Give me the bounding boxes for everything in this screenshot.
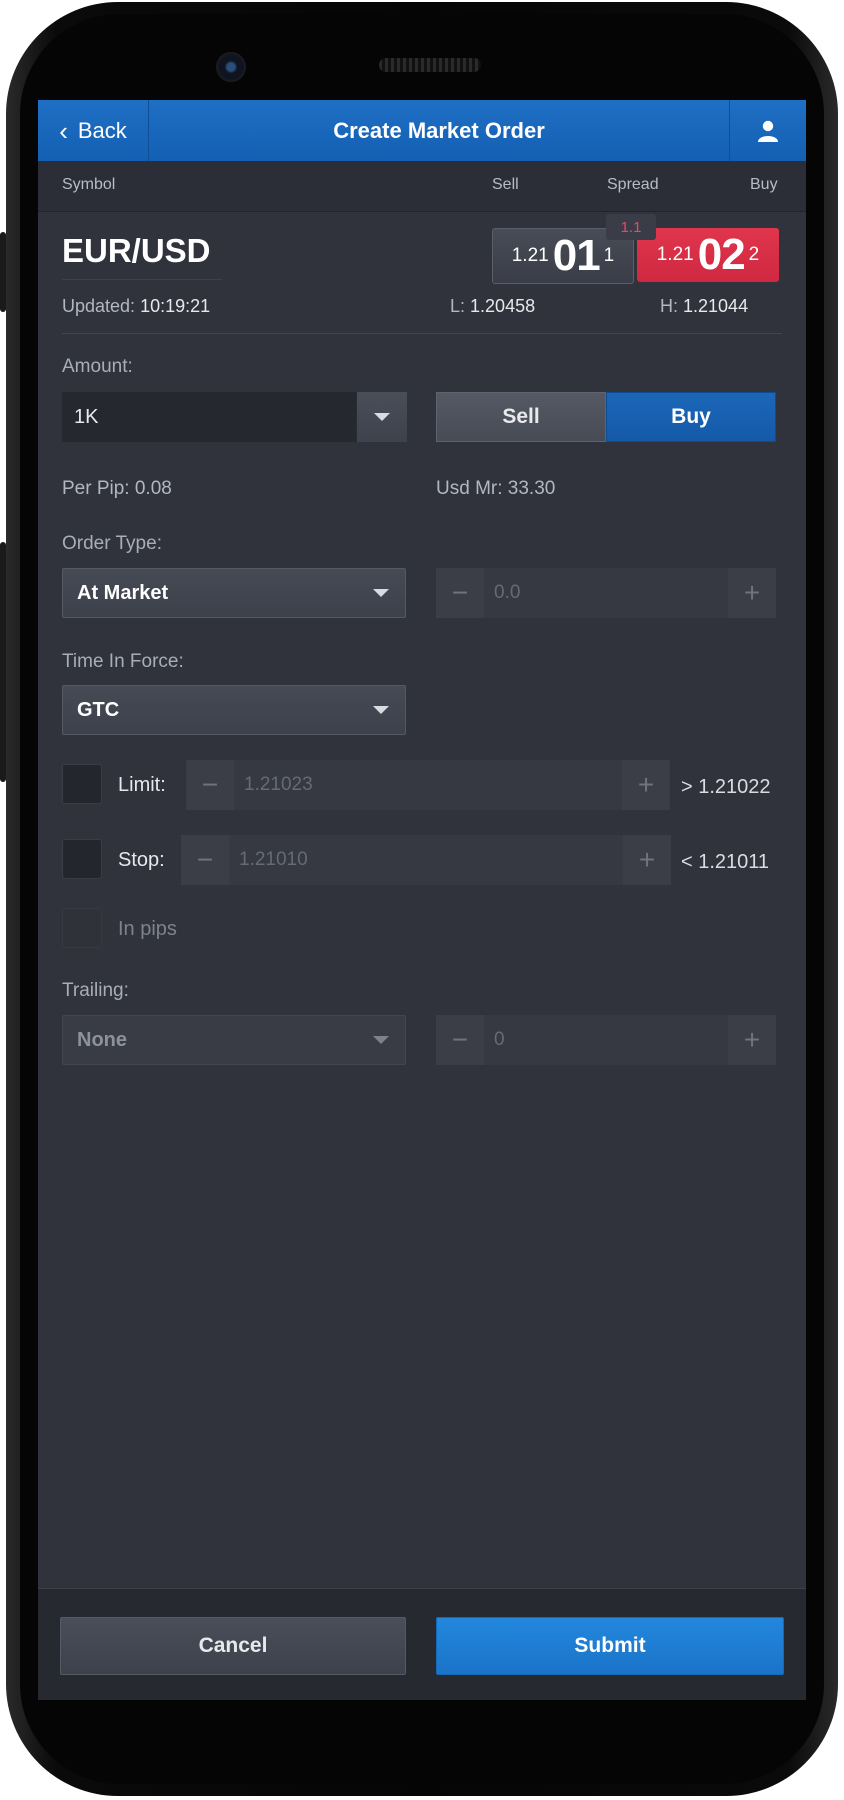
caret-down-icon	[374, 413, 390, 421]
trailing-select[interactable]: None	[62, 1015, 406, 1065]
in-pips-checkbox[interactable]	[62, 908, 102, 948]
spread-column-label: Spread	[607, 176, 659, 193]
symbol-column-label: Symbol	[62, 176, 116, 193]
symbol-name: EUR/USD	[62, 232, 211, 269]
order-type-select[interactable]: At Market	[62, 568, 406, 618]
stop-stepper: − 1.21010 +	[181, 835, 671, 885]
low-price: L: 1.20458	[450, 296, 535, 317]
order-type-value: At Market	[77, 581, 169, 604]
user-icon	[758, 120, 778, 142]
caret-down-icon	[373, 706, 389, 714]
amount-label: Amount:	[62, 356, 133, 377]
limit-label: Limit:	[118, 774, 166, 796]
cancel-button[interactable]: Cancel	[60, 1617, 406, 1675]
limit-input[interactable]: 1.21023	[234, 760, 622, 810]
stop-decrement-button[interactable]: −	[181, 835, 229, 885]
stop-label: Stop:	[118, 849, 165, 871]
earpiece-speaker	[379, 58, 481, 72]
caret-down-icon	[373, 1036, 389, 1044]
spread-badge: 1.1	[606, 214, 656, 240]
stop-input[interactable]: 1.21010	[229, 835, 623, 885]
trailing-increment-button[interactable]: +	[728, 1015, 776, 1065]
per-pip-value: Per Pip: 0.08	[62, 478, 172, 499]
order-price-increment-button[interactable]: +	[728, 568, 776, 618]
high-price: H: 1.21044	[660, 296, 748, 317]
amount-dropdown-button[interactable]	[356, 392, 407, 442]
front-camera	[216, 52, 246, 82]
trailing-value: None	[77, 1028, 127, 1051]
sell-price-pip: 1	[603, 245, 615, 266]
low-label: L:	[450, 296, 466, 316]
limit-bound: > 1.21022	[681, 776, 771, 798]
section-divider	[62, 333, 782, 334]
time-in-force-label: Time In Force:	[62, 651, 184, 672]
volume-button	[0, 542, 6, 782]
stop-checkbox[interactable]	[62, 839, 102, 879]
time-in-force-value: GTC	[77, 698, 120, 721]
buy-price-prefix: 1.21	[656, 244, 694, 265]
stop-increment-button[interactable]: +	[623, 835, 671, 885]
trailing-stepper: − 0 +	[436, 1015, 776, 1065]
trailing-input[interactable]: 0	[484, 1015, 728, 1065]
updated-label: Updated:	[62, 296, 136, 316]
high-value: 1.21044	[683, 296, 749, 316]
order-price-input[interactable]: 0.0	[484, 568, 728, 618]
caret-down-icon	[373, 589, 389, 597]
order-type-label: Order Type:	[62, 533, 162, 554]
app-screen: ‹ Back Create Market Order Symbol Sell S…	[38, 100, 806, 1700]
chevron-left-icon: ‹	[59, 115, 68, 146]
order-price-decrement-button[interactable]: −	[436, 568, 484, 618]
back-label: Back	[77, 117, 127, 143]
margin-value: Usd Mr: 33.30	[436, 478, 556, 499]
stop-bound: < 1.21011	[681, 851, 770, 873]
in-pips-label: In pips	[118, 918, 177, 940]
trailing-decrement-button[interactable]: −	[436, 1015, 484, 1065]
submit-button[interactable]: Submit	[436, 1617, 784, 1675]
side-button	[0, 232, 6, 312]
buy-column-label: Buy	[750, 176, 778, 193]
buy-price-big: 02	[697, 230, 746, 279]
high-label: H:	[660, 296, 678, 316]
side-buy-toggle[interactable]: Buy	[606, 392, 776, 442]
limit-checkbox[interactable]	[62, 764, 102, 804]
limit-decrement-button[interactable]: −	[186, 760, 234, 810]
time-in-force-select[interactable]: GTC	[62, 685, 406, 735]
quote-column-header: Symbol Sell Spread Buy	[38, 161, 806, 212]
app-header: ‹ Back Create Market Order	[38, 100, 806, 161]
action-footer: Cancel Submit	[38, 1588, 806, 1700]
sell-price-prefix: 1.21	[511, 245, 549, 266]
sell-price-big: 01	[552, 231, 601, 280]
order-price-stepper: − 0.0 +	[436, 568, 776, 618]
trailing-label: Trailing:	[62, 980, 129, 1001]
limit-stepper: − 1.21023 +	[186, 760, 670, 810]
limit-increment-button[interactable]: +	[622, 760, 670, 810]
low-value: 1.20458	[470, 296, 536, 316]
buy-price-pip: 2	[748, 244, 760, 265]
sell-column-label: Sell	[492, 176, 519, 193]
updated-time: Updated: 10:19:21	[62, 296, 210, 317]
updated-value: 10:19:21	[140, 296, 211, 316]
page-title: Create Market Order	[333, 117, 545, 143]
back-button[interactable]: ‹ Back	[38, 100, 149, 161]
buy-price-button[interactable]: 1.21 02 2	[637, 228, 779, 282]
symbol-divider	[62, 279, 222, 280]
amount-input[interactable]: 1K	[62, 392, 356, 442]
account-button[interactable]	[729, 100, 806, 161]
side-sell-toggle[interactable]: Sell	[436, 392, 606, 442]
